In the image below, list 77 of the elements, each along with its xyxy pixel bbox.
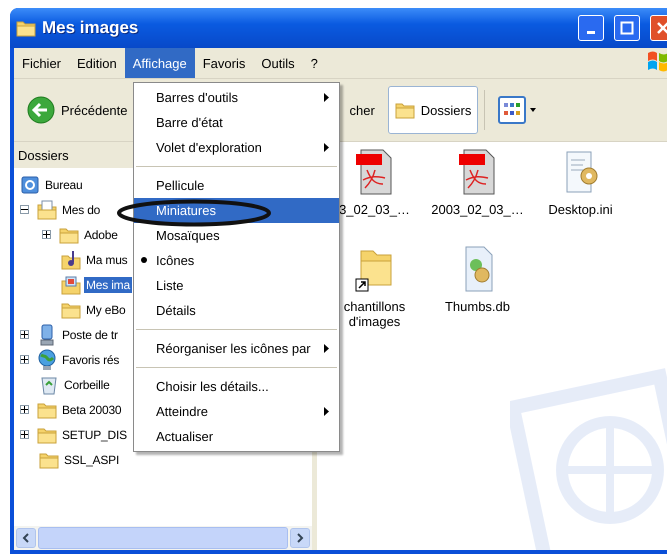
tree-item[interactable]: SETUP_DIS (60, 426, 129, 442)
tree-item[interactable]: Mes do (60, 202, 102, 218)
flag-logo-icon (646, 49, 667, 73)
tree-item[interactable]: Mes ima (84, 276, 132, 292)
documents-folder-icon (37, 200, 57, 220)
menu-option[interactable]: Barres d'outils (134, 85, 339, 110)
tree-item[interactable]: Favoris rés (60, 352, 122, 368)
tree-item[interactable]: Bureau (43, 176, 84, 192)
plus-icon (21, 406, 28, 413)
minimize-icon (587, 30, 595, 34)
menu-item[interactable]: Fichier (14, 48, 70, 78)
menu-item[interactable]: Edition (69, 48, 125, 78)
folder-icon (16, 19, 36, 37)
tree-item[interactable]: SSL_ASPI (62, 452, 122, 468)
tree-item[interactable]: Adobe (82, 226, 120, 242)
tree-item[interactable]: Ma mus (84, 252, 130, 268)
expand-toggle[interactable] (20, 405, 29, 414)
tree-item[interactable]: Corbeille (62, 376, 112, 392)
collapse-toggle[interactable] (20, 205, 29, 214)
scroll-left-button[interactable] (16, 528, 36, 548)
menu-option[interactable]: Pellicule (134, 173, 339, 198)
menu-option[interactable]: Liste (134, 273, 339, 298)
network-icon (37, 348, 57, 370)
menu-option[interactable]: Actualiser (134, 424, 339, 449)
menu-option[interactable]: Détails (134, 298, 339, 323)
plus-icon (43, 231, 50, 238)
folder-icon (59, 226, 79, 244)
views-grid-icon (498, 96, 538, 124)
expand-toggle[interactable] (20, 330, 29, 339)
pane-title: Dossiers (18, 148, 69, 162)
tree-item[interactable]: Poste de tr (60, 326, 120, 342)
menu-item[interactable]: ? (302, 48, 326, 78)
folder-icon (394, 101, 415, 119)
menu-option[interactable]: Réorganiser les icônes par (134, 336, 339, 361)
file-name[interactable]: Desktop.ini (548, 202, 613, 217)
expand-toggle[interactable] (42, 230, 51, 239)
menu-item[interactable]: Favoris (194, 48, 254, 78)
menu-option[interactable]: Icônes (134, 248, 339, 273)
horizontal-scrollbar[interactable] (14, 526, 312, 550)
window-title: Mes images (42, 18, 140, 38)
file-name[interactable]: 2003_02_03_… (431, 202, 524, 217)
tree-item[interactable]: Beta 20030 (60, 402, 124, 418)
file-name[interactable]: 3_02_03_… (339, 202, 410, 217)
chevron-left-icon (22, 533, 30, 543)
recycle-bin-icon (39, 374, 59, 394)
expand-toggle[interactable] (20, 355, 29, 364)
folder-icon (61, 300, 81, 318)
menu-option[interactable]: Atteindre (134, 399, 339, 424)
desktop-icon (20, 174, 40, 194)
pdf-file-icon (354, 148, 394, 196)
maximize-icon (620, 21, 634, 35)
file-name[interactable]: Thumbs.db (444, 299, 510, 314)
folder-icon (37, 400, 57, 418)
plus-icon (21, 431, 28, 438)
pictures-folder-icon (61, 274, 81, 294)
folder-icon (37, 426, 57, 444)
menu-item[interactable]: Outils (253, 48, 303, 78)
expand-toggle[interactable] (20, 430, 29, 439)
minimize-button[interactable] (578, 15, 604, 41)
menu-item[interactable]: Affichage (124, 48, 195, 78)
scroll-right-button[interactable] (290, 528, 310, 548)
plus-icon (21, 356, 28, 363)
folder-icon (39, 450, 59, 468)
chevron-right-icon (296, 533, 304, 543)
plus-icon (21, 331, 28, 338)
close-icon (656, 21, 667, 35)
menu-option[interactable]: Barre d'état (134, 110, 339, 135)
pdf-file-icon (458, 148, 498, 196)
maximize-button[interactable] (614, 15, 640, 41)
search-button[interactable]: cher (342, 86, 382, 134)
menu-option[interactable]: Volet d'exploration (134, 135, 339, 160)
music-folder-icon (61, 250, 81, 270)
menu-option[interactable]: Mosaïques (134, 223, 339, 248)
minus-icon (21, 206, 28, 213)
tree-item[interactable]: My eBo (84, 302, 128, 318)
folders-button[interactable]: Dossiers (388, 86, 478, 134)
menu-option[interactable]: Choisir les détails... (134, 374, 339, 399)
